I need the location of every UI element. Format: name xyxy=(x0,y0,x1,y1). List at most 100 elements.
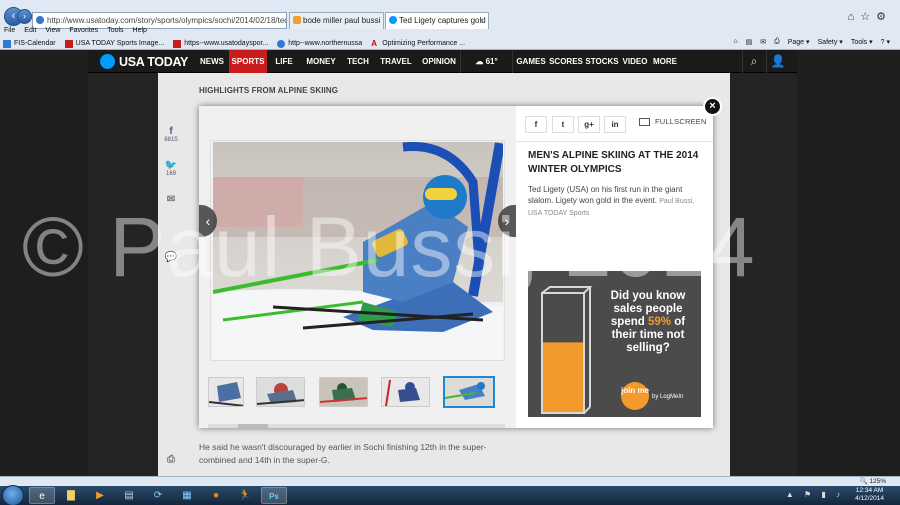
email-share[interactable]: ✉ xyxy=(158,194,184,205)
bing-favicon-icon xyxy=(293,16,301,24)
menu-tools[interactable]: Tools xyxy=(107,27,123,37)
forward-button[interactable]: › xyxy=(17,9,32,24)
clock[interactable]: 12:34 AM 4/12/2014 xyxy=(855,487,884,503)
tools-menu[interactable]: Tools ▾ xyxy=(851,38,873,46)
close-tab-icon[interactable]: × xyxy=(479,13,484,28)
favorite-item[interactable]: https--www.usatodayspor... xyxy=(173,39,268,48)
document-taskbar-icon[interactable]: ▤ xyxy=(116,487,142,504)
section-heading: HIGHLIGHTS FROM ALPINE SKIING xyxy=(199,86,339,95)
clock-time: 12:34 AM xyxy=(855,487,884,494)
start-button[interactable] xyxy=(2,485,24,505)
linkedin-icon: in xyxy=(611,120,619,129)
favorite-item[interactable]: A Optimizing Performance ... xyxy=(371,39,465,48)
weather-temp: 61° xyxy=(485,57,498,66)
nav-opinion[interactable]: OPINION xyxy=(418,50,460,73)
chevron-right-icon: › xyxy=(504,213,510,229)
window-controls[interactable]: ⌂☆⚙ xyxy=(848,10,892,23)
nav-scores[interactable]: SCORES xyxy=(549,50,583,73)
clock-date: 4/12/2014 xyxy=(855,495,884,502)
nav-more[interactable]: MORE xyxy=(651,50,679,73)
nav-sports[interactable]: SPORTS xyxy=(229,50,267,73)
email-icon: ✉ xyxy=(166,194,176,205)
caption-text: Ted Ligety (USA) on his first run in the… xyxy=(528,184,706,219)
print-icon[interactable]: ⎙ xyxy=(774,38,780,46)
logo-dot-icon xyxy=(100,54,115,69)
safety-menu[interactable]: Safety ▾ xyxy=(818,38,843,46)
search-icon[interactable]: ⌕ xyxy=(742,50,765,73)
fullscreen-icon xyxy=(639,117,650,126)
scrollbar-knob[interactable] xyxy=(238,424,268,428)
help-menu[interactable]: ? ▾ xyxy=(881,38,890,46)
facebook-share-button[interactable]: f xyxy=(525,116,547,133)
twitter-share-button[interactable]: t xyxy=(552,116,574,133)
favorite-item[interactable]: USA TODAY Sports Image... xyxy=(64,39,164,48)
media-player-taskbar-icon[interactable]: ▶ xyxy=(87,487,113,504)
calendar-taskbar-icon[interactable]: ▦ xyxy=(174,487,200,504)
ie-icon xyxy=(277,39,286,48)
nav-life[interactable]: LIFE xyxy=(268,50,300,73)
nav-travel[interactable]: TRAVEL xyxy=(376,50,416,73)
twitter-count: 169 xyxy=(165,171,176,177)
linkedin-share-button[interactable]: in xyxy=(604,116,626,133)
usatoday-logo[interactable]: USA TODAY xyxy=(100,53,188,70)
system-tray[interactable]: ▲ ⚑ ▮ ♪ xyxy=(786,490,844,499)
facebook-icon: f xyxy=(169,126,173,137)
nav-tech[interactable]: TECH xyxy=(342,50,374,73)
favorite-item[interactable]: FIS-Calendar xyxy=(3,39,56,48)
print-share[interactable]: ⎙ xyxy=(158,454,184,465)
tab-bing[interactable]: bode miller paul bussi - Bing I... xyxy=(289,12,384,29)
facebook-share[interactable]: f 6815 xyxy=(158,126,184,143)
gallery-thumbnail[interactable] xyxy=(381,377,430,407)
gallery-thumbnail[interactable] xyxy=(208,377,244,407)
zoom-value: 125% xyxy=(869,478,886,485)
photoshop-taskbar-icon[interactable]: Ps xyxy=(261,487,287,504)
menu-favorites[interactable]: Favorites xyxy=(69,27,98,37)
gallery-thumbnail-active[interactable] xyxy=(443,376,495,408)
googleplus-share-button[interactable]: g+ xyxy=(578,116,600,133)
runner-taskbar-icon[interactable]: 🏃 xyxy=(232,487,258,504)
tab-label: bode miller paul bussi - Bing I... xyxy=(303,16,383,25)
menu-edit[interactable]: Edit xyxy=(24,27,36,37)
advertisement[interactable]: Did you know sales people spend 59% of t… xyxy=(528,271,701,417)
gallery-thumbnail[interactable] xyxy=(256,377,305,407)
thumbnail-scrollbar[interactable] xyxy=(208,424,505,428)
zoom-level[interactable]: 🔍 125% xyxy=(859,477,886,486)
thumbnail-image xyxy=(385,379,420,406)
mail-icon[interactable]: ✉ xyxy=(760,38,766,46)
nav-news[interactable]: NEWS xyxy=(196,50,228,73)
nav-money[interactable]: MONEY xyxy=(302,50,340,73)
tab-label: Ted Ligety captures gold m... xyxy=(399,16,488,25)
ie-taskbar-icon[interactable]: e xyxy=(29,487,55,504)
nav-video[interactable]: VIDEO xyxy=(621,50,649,73)
explorer-taskbar-icon[interactable]: ▇ xyxy=(58,487,84,504)
tab-usatoday[interactable]: Ted Ligety captures gold m...× xyxy=(385,12,489,29)
googleplus-icon: g+ xyxy=(584,120,594,129)
user-icon[interactable]: 👤 xyxy=(766,50,789,73)
menu-help[interactable]: Help xyxy=(133,27,147,37)
menu-bar: File Edit View Favorites Tools Help xyxy=(4,27,147,37)
firefox-taskbar-icon[interactable]: ● xyxy=(203,487,229,504)
home-icon[interactable]: ⌂ xyxy=(733,38,737,46)
logmein-byline: by LogMeIn xyxy=(652,394,684,400)
address-text: http://www.usatoday.com/story/sports/oly… xyxy=(47,16,286,25)
page-menu[interactable]: Page ▾ xyxy=(788,38,810,46)
fullscreen-button[interactable]: FULLSCREEN xyxy=(639,113,707,130)
thumbnail-image xyxy=(445,378,493,406)
nav-stocks[interactable]: STOCKS xyxy=(585,50,619,73)
menu-view[interactable]: View xyxy=(45,27,60,37)
comment-icon: 💬 xyxy=(164,252,178,263)
twitter-share[interactable]: 🐦 169 xyxy=(158,160,184,177)
nav-games[interactable]: GAMES xyxy=(516,50,546,73)
sync-taskbar-icon[interactable]: ⟳ xyxy=(145,487,171,504)
taskbar: e ▇ ▶ ▤ ⟳ ▦ ● 🏃 Ps ▲ ⚑ ▮ ♪ 12:34 AM 4/12/… xyxy=(0,485,900,505)
favorite-item[interactable]: http--www.northernussa xyxy=(277,39,362,48)
gallery-thumbnail[interactable] xyxy=(319,377,368,407)
weather-widget[interactable]: ☁ 61° xyxy=(460,50,513,73)
comment-share[interactable]: 💬 xyxy=(158,252,184,263)
feeds-icon[interactable]: ▤ xyxy=(746,38,753,46)
skier-photo-svg xyxy=(213,142,503,360)
ad-bar-graphic xyxy=(541,286,593,414)
menu-file[interactable]: File xyxy=(4,27,15,37)
main-photo xyxy=(213,142,503,360)
close-gallery-button[interactable]: × xyxy=(703,97,722,116)
